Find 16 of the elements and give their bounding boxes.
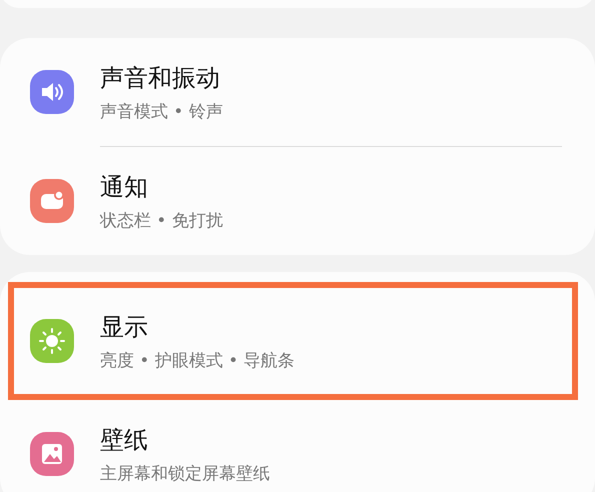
speaker-icon: [30, 70, 74, 114]
image-icon: [30, 432, 74, 476]
settings-item[interactable]: 通知 状态栏 • 免打扰: [8, 147, 578, 255]
item-title: 显示: [100, 312, 149, 342]
item-subtitle: 主屏幕和锁定屏幕壁纸: [100, 462, 270, 484]
settings-item[interactable]: 显示 亮度 • 护眼模式 • 导航条: [8, 282, 578, 400]
item-subtitle: 声音模式 • 铃声: [100, 100, 223, 122]
item-title: 壁纸: [100, 424, 149, 456]
sun-icon: [30, 319, 74, 363]
notification-icon: [30, 179, 74, 223]
settings-item[interactable]: 声音和振动 声音模式 • 铃声: [8, 38, 578, 146]
item-subtitle: 亮度 • 护眼模式 • 导航条: [100, 350, 295, 372]
settings-item[interactable]: 壁纸 主屏幕和锁定屏幕壁纸: [8, 400, 578, 492]
item-subtitle: 状态栏 • 免打扰: [100, 210, 223, 232]
item-title: 通知: [100, 172, 149, 202]
item-title: 声音和振动: [100, 62, 221, 94]
